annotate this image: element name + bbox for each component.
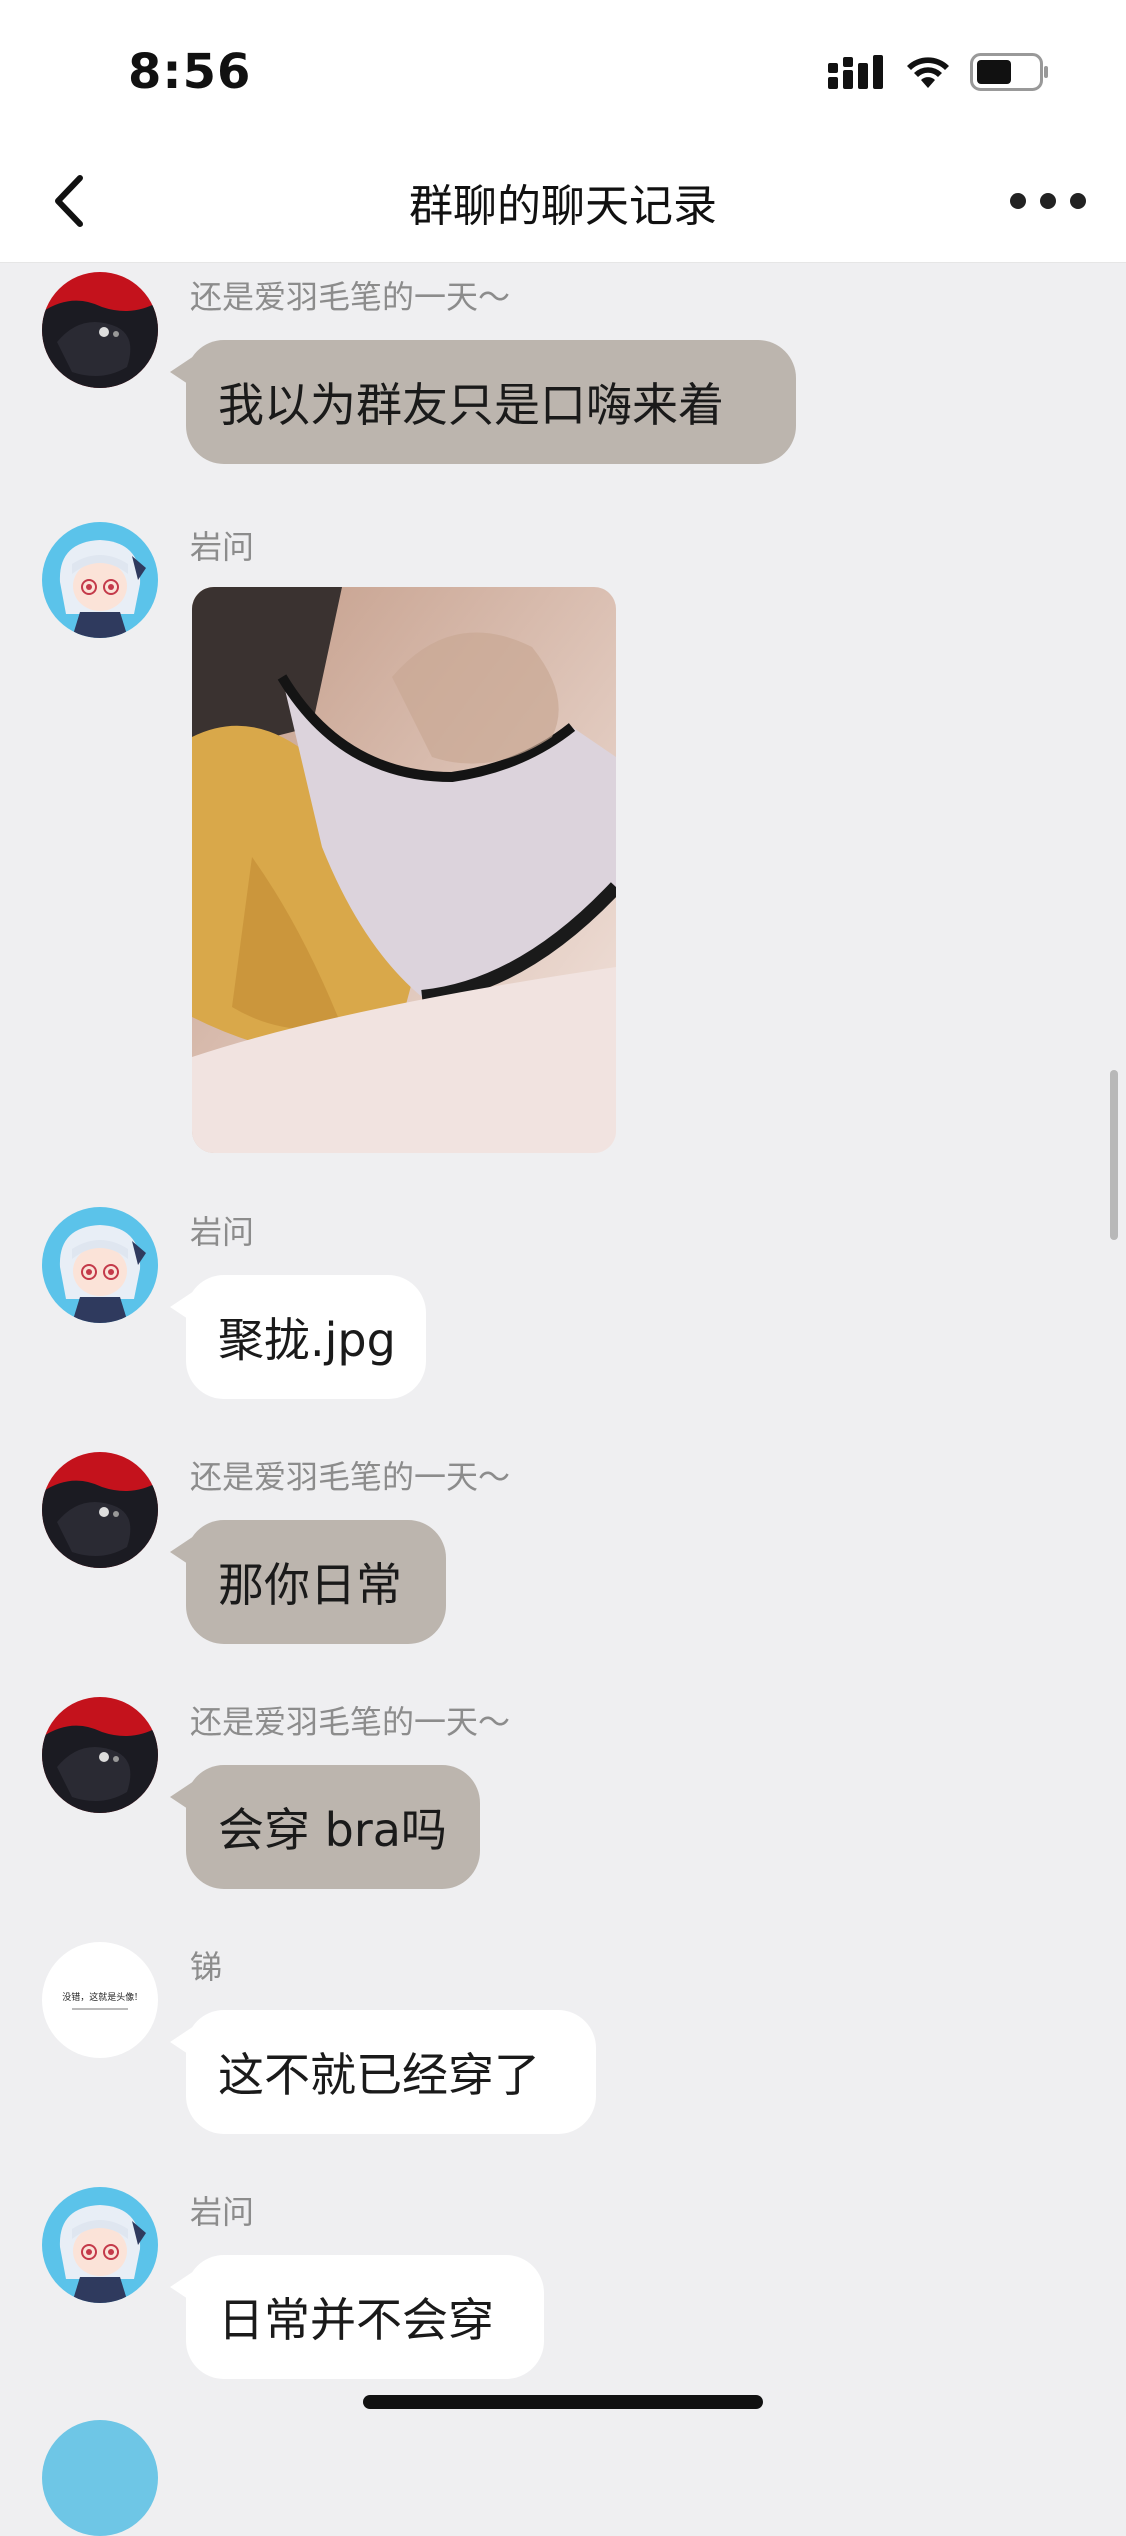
anime-girl-avatar-icon <box>42 1207 158 1323</box>
avatar[interactable] <box>42 1207 158 1323</box>
wifi-icon <box>907 57 949 88</box>
avatar[interactable] <box>42 1452 158 1568</box>
status-time: 8:56 <box>128 44 252 100</box>
chat-history-feed[interactable]: 还是爱羽毛笔的一天～ 我以为群友只是口嗨来着 岩问 岩问 聚拢.jpg 还是爱羽… <box>0 263 1126 2436</box>
image-message[interactable] <box>192 587 616 1153</box>
dark-red-avatar-icon <box>42 1697 158 1813</box>
avatar[interactable]: 没错，这就是头像! <box>42 1942 158 2058</box>
avatar-caption: 没错，这就是头像! <box>62 1993 138 2003</box>
dark-red-avatar-icon <box>42 272 158 388</box>
message-bubble[interactable]: 这不就已经穿了 <box>170 2010 596 2134</box>
avatar[interactable] <box>42 272 158 388</box>
sender-name: 岩问 <box>190 528 255 566</box>
message-bubble[interactable]: 我以为群友只是口嗨来着 <box>170 340 796 464</box>
sender-name: 还是爱羽毛笔的一天～ <box>190 1703 511 1741</box>
avatar[interactable] <box>42 522 158 638</box>
message-bubble[interactable]: 聚拢.jpg <box>170 1275 426 1399</box>
partial-avatar <box>42 2420 158 2536</box>
photo-thumbnail <box>192 587 616 1153</box>
dark-red-avatar-icon <box>42 1452 158 1568</box>
sender-name: 还是爱羽毛笔的一天～ <box>190 278 511 316</box>
message-bubble[interactable]: 会穿 bra吗 <box>170 1765 480 1889</box>
nav-bar: 群聊的聊天记录 <box>0 140 1126 263</box>
battery-icon <box>970 53 1048 91</box>
anime-girl-avatar-icon <box>42 2187 158 2303</box>
sender-name: 岩问 <box>190 2193 255 2231</box>
message-bubble[interactable]: 那你日常 <box>170 1520 446 1644</box>
sender-name: 岩问 <box>190 1213 255 1251</box>
avatar[interactable] <box>42 2187 158 2303</box>
signal-icon <box>828 55 883 89</box>
sender-name: 锑 <box>190 1948 223 1986</box>
status-bar: 8:56 <box>0 0 1126 140</box>
white-text-avatar-icon: 没错，这就是头像! <box>42 1942 158 2058</box>
sender-name: 还是爱羽毛笔的一天～ <box>190 1458 511 1496</box>
page-title: 群聊的聊天记录 <box>409 181 717 232</box>
scrollbar[interactable] <box>1110 1070 1118 1240</box>
home-indicator <box>363 2395 763 2409</box>
anime-girl-avatar-icon <box>42 522 158 638</box>
more-dots-icon <box>1010 193 1026 209</box>
status-icons <box>828 52 1050 92</box>
message-bubble[interactable]: 日常并不会穿 <box>170 2255 544 2379</box>
more-button[interactable] <box>1010 176 1086 226</box>
avatar[interactable] <box>42 1697 158 1813</box>
